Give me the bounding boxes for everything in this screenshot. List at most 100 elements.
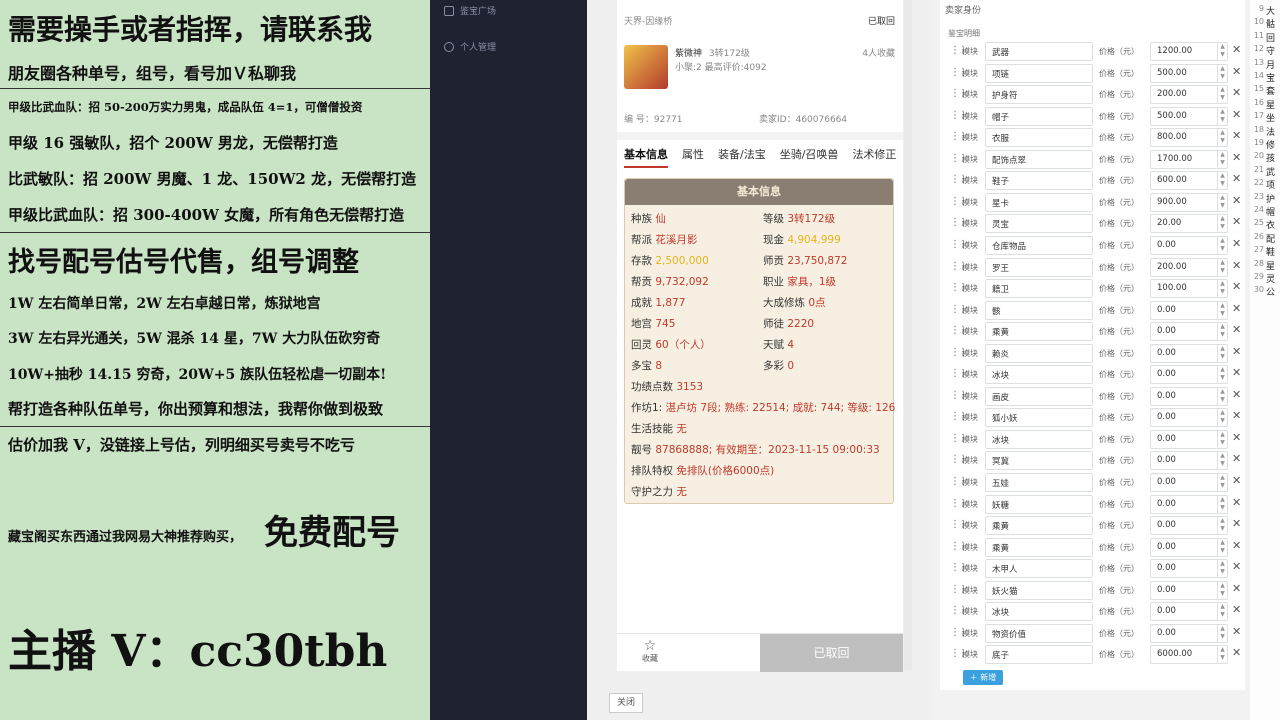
price-input[interactable]: 1700.00 ▲ ▼ (1150, 149, 1228, 169)
stepper-icon[interactable]: ▲ ▼ (1217, 107, 1227, 125)
item-name-input[interactable]: 鞋子 (985, 171, 1093, 191)
item-name-input[interactable]: 妖火猫 (985, 580, 1093, 600)
item-name-input[interactable]: 乘黄 (985, 537, 1093, 557)
delete-icon[interactable]: ✕ (1232, 366, 1241, 379)
stepper-icon[interactable]: ▲ ▼ (1217, 64, 1227, 82)
item-name-input[interactable]: 画皮 (985, 386, 1093, 406)
price-input[interactable]: 0.00 ▲ ▼ (1150, 386, 1228, 406)
tab-basic-info[interactable]: 基本信息 (624, 146, 668, 168)
delete-icon[interactable]: ✕ (1232, 129, 1241, 142)
item-name-input[interactable]: 武器 (985, 42, 1093, 61)
item-name-input[interactable]: 骸 (985, 300, 1093, 320)
delete-icon[interactable]: ✕ (1232, 172, 1241, 185)
stepper-icon[interactable]: ▲ ▼ (1217, 560, 1227, 578)
delete-icon[interactable]: ✕ (1232, 582, 1241, 595)
price-input[interactable]: 0.00 ▲ ▼ (1150, 429, 1228, 449)
price-input[interactable]: 800.00 ▲ ▼ (1150, 128, 1228, 148)
add-row-button[interactable]: ＋ 新增 (963, 670, 1003, 685)
price-input[interactable]: 6000.00 ▲ ▼ (1150, 645, 1228, 665)
item-name-input[interactable]: 项链 (985, 63, 1093, 83)
stepper-icon[interactable]: ▲ ▼ (1217, 603, 1227, 621)
item-name-input[interactable]: 衣服 (985, 128, 1093, 148)
item-name-input[interactable]: 籍卫 (985, 279, 1093, 299)
delete-icon[interactable]: ✕ (1232, 194, 1241, 207)
delete-icon[interactable]: ✕ (1232, 496, 1241, 509)
item-name-input[interactable]: 护身符 (985, 85, 1093, 105)
delete-icon[interactable]: ✕ (1232, 431, 1241, 444)
delete-icon[interactable]: ✕ (1232, 259, 1241, 272)
tab-spell-mods[interactable]: 法术修正 (852, 146, 896, 168)
delete-icon[interactable]: ✕ (1232, 474, 1241, 487)
item-name-input[interactable]: 狐小妖 (985, 408, 1093, 428)
retrieved-button[interactable]: 已取回 (760, 634, 903, 672)
delete-icon[interactable]: ✕ (1232, 345, 1241, 358)
delete-icon[interactable]: ✕ (1232, 560, 1241, 573)
price-input[interactable]: 0.00 ▲ ▼ (1150, 343, 1228, 363)
price-input[interactable]: 0.00 ▲ ▼ (1150, 473, 1228, 492)
stepper-icon[interactable]: ▲ ▼ (1217, 624, 1227, 642)
price-input[interactable]: 0.00 ▲ ▼ (1150, 300, 1228, 320)
delete-icon[interactable]: ✕ (1232, 625, 1241, 638)
price-input[interactable]: 20.00 ▲ ▼ (1150, 214, 1228, 234)
stepper-icon[interactable]: ▲ ▼ (1217, 517, 1227, 535)
stepper-icon[interactable]: ▲ ▼ (1217, 387, 1227, 405)
delete-icon[interactable]: ✕ (1232, 302, 1241, 315)
delete-icon[interactable]: ✕ (1232, 388, 1241, 401)
delete-icon[interactable]: ✕ (1232, 280, 1241, 293)
stepper-icon[interactable]: ▲ ▼ (1217, 366, 1227, 384)
price-input[interactable]: 1200.00 ▲ ▼ (1150, 42, 1228, 61)
stepper-icon[interactable]: ▲ ▼ (1217, 538, 1227, 556)
price-input[interactable]: 500.00 ▲ ▼ (1150, 106, 1228, 126)
tab-equipment[interactable]: 装备/法宝 (718, 146, 766, 168)
delete-icon[interactable]: ✕ (1232, 43, 1241, 56)
stepper-icon[interactable]: ▲ ▼ (1217, 495, 1227, 513)
stepper-icon[interactable]: ▲ ▼ (1217, 452, 1227, 470)
stepper-icon[interactable]: ▲ ▼ (1217, 236, 1227, 254)
delete-icon[interactable]: ✕ (1232, 539, 1241, 552)
stepper-icon[interactable]: ▲ ▼ (1217, 323, 1227, 341)
sidebar-item-appraisal-square[interactable]: 鉴宝广场 (444, 4, 496, 17)
delete-icon[interactable]: ✕ (1232, 215, 1241, 228)
stepper-icon[interactable]: ▲ ▼ (1217, 344, 1227, 362)
favorite-button[interactable]: ☆ 收藏 (635, 639, 665, 664)
price-input[interactable]: 0.00 ▲ ▼ (1150, 559, 1228, 579)
item-name-input[interactable]: 仓库物品 (985, 235, 1093, 255)
price-input[interactable]: 100.00 ▲ ▼ (1150, 279, 1228, 299)
price-input[interactable]: 0.00 ▲ ▼ (1150, 235, 1228, 255)
stepper-icon[interactable]: ▲ ▼ (1217, 129, 1227, 147)
stepper-icon[interactable]: ▲ ▼ (1217, 172, 1227, 190)
stepper-icon[interactable]: ▲ ▼ (1217, 474, 1227, 491)
price-input[interactable]: 0.00 ▲ ▼ (1150, 580, 1228, 600)
stepper-icon[interactable]: ▲ ▼ (1217, 193, 1227, 211)
price-input[interactable]: 200.00 ▲ ▼ (1150, 85, 1228, 105)
delete-icon[interactable]: ✕ (1232, 603, 1241, 616)
delete-icon[interactable]: ✕ (1232, 237, 1241, 250)
price-input[interactable]: 600.00 ▲ ▼ (1150, 171, 1228, 191)
price-input[interactable]: 0.00 ▲ ▼ (1150, 451, 1228, 471)
item-name-input[interactable]: 乘黄 (985, 516, 1093, 536)
item-name-input[interactable]: 星卡 (985, 192, 1093, 212)
scrollbar[interactable] (904, 0, 912, 670)
item-name-input[interactable]: 配饰点翠 (985, 149, 1093, 169)
item-name-input[interactable]: 冥冀 (985, 451, 1093, 471)
close-button[interactable]: 关闭 (609, 693, 643, 713)
price-input[interactable]: 200.00 ▲ ▼ (1150, 257, 1228, 277)
delete-icon[interactable]: ✕ (1232, 323, 1241, 336)
delete-icon[interactable]: ✕ (1232, 151, 1241, 164)
delete-icon[interactable]: ✕ (1232, 517, 1241, 530)
price-input[interactable]: 500.00 ▲ ▼ (1150, 63, 1228, 83)
item-name-input[interactable]: 冰块 (985, 365, 1093, 385)
item-name-input[interactable]: 乘黄 (985, 322, 1093, 342)
delete-icon[interactable]: ✕ (1232, 409, 1241, 422)
price-input[interactable]: 0.00 ▲ ▼ (1150, 623, 1228, 643)
price-input[interactable]: 0.00 ▲ ▼ (1150, 408, 1228, 428)
price-input[interactable]: 0.00 ▲ ▼ (1150, 537, 1228, 557)
stepper-icon[interactable]: ▲ ▼ (1217, 215, 1227, 233)
stepper-icon[interactable]: ▲ ▼ (1217, 150, 1227, 168)
item-name-input[interactable]: 冰块 (985, 602, 1093, 622)
stepper-icon[interactable]: ▲ ▼ (1217, 280, 1227, 298)
item-name-input[interactable]: 罗王 (985, 257, 1093, 277)
stepper-icon[interactable]: ▲ ▼ (1217, 430, 1227, 448)
price-input[interactable]: 0.00 ▲ ▼ (1150, 322, 1228, 342)
stepper-icon[interactable]: ▲ ▼ (1217, 581, 1227, 599)
